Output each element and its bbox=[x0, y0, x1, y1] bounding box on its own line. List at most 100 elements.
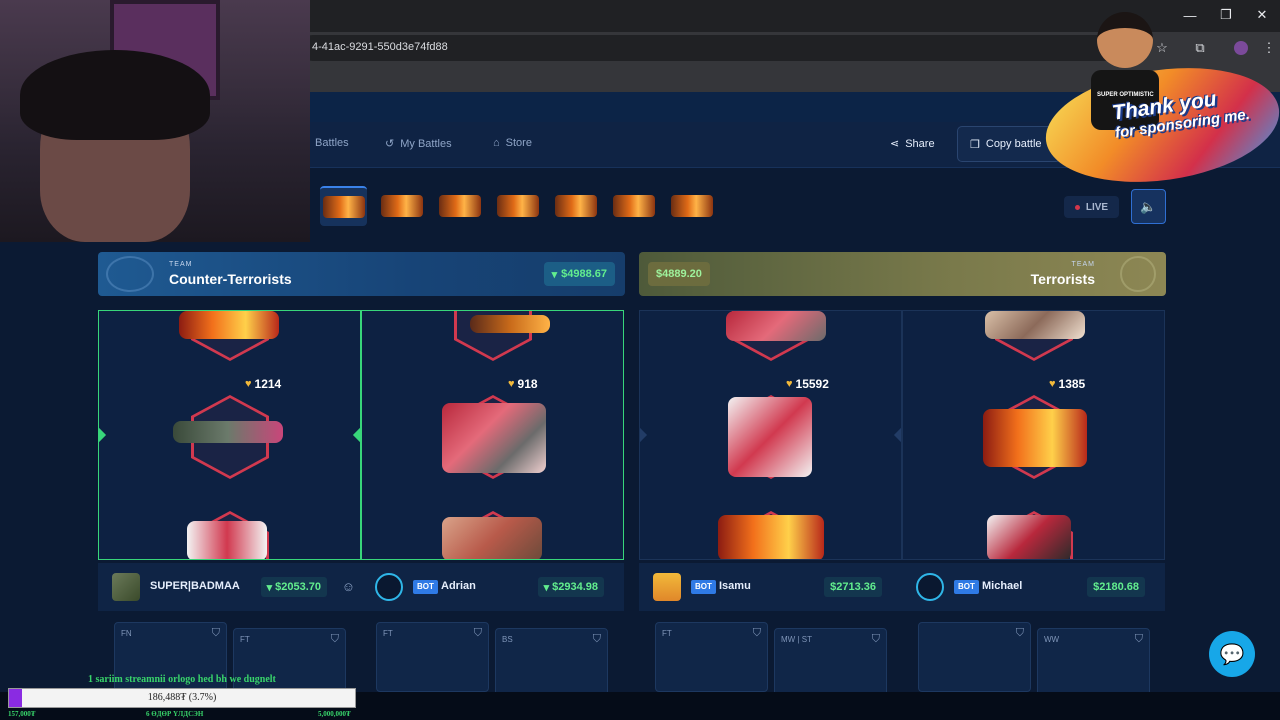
shield-icon: ⛉ bbox=[871, 633, 880, 645]
loot-card[interactable]: ⛉ bbox=[918, 622, 1031, 692]
donation-start: 157,000₮ bbox=[8, 710, 36, 718]
sound-toggle-button[interactable]: 🔈 bbox=[1131, 189, 1166, 224]
loot-card[interactable]: MW | ST ⛉ bbox=[774, 628, 887, 698]
chat-button[interactable]: 💬 bbox=[1209, 631, 1255, 677]
shield-icon: ⛉ bbox=[473, 627, 482, 639]
item-value-text: 918 bbox=[517, 377, 538, 391]
wear-label: FN bbox=[121, 629, 132, 638]
store-label: Store bbox=[505, 137, 532, 149]
case-slot[interactable] bbox=[610, 186, 657, 226]
case-slot[interactable] bbox=[494, 186, 541, 226]
emoji-icon[interactable]: ☺ bbox=[342, 579, 355, 594]
marker-left bbox=[640, 427, 648, 443]
nav-battles[interactable]: Battles bbox=[315, 137, 349, 149]
nav-my-battles[interactable]: ↺ My Battles bbox=[385, 137, 452, 151]
shield-icon: ⛉ bbox=[330, 633, 339, 645]
copy-battle-label: Copy battle bbox=[985, 138, 1042, 150]
streamer-hair bbox=[20, 50, 210, 140]
battles-label: Battles bbox=[315, 137, 349, 149]
item-knife bbox=[728, 397, 812, 477]
heart-icon: ♥ bbox=[245, 378, 252, 390]
item-value-text: 1214 bbox=[254, 377, 282, 391]
loot-card[interactable]: FT ⛉ bbox=[655, 622, 768, 692]
arrow-down-icon: ▾ bbox=[551, 268, 558, 281]
case-slot[interactable] bbox=[320, 186, 367, 226]
case-slot[interactable] bbox=[378, 186, 425, 226]
case-image bbox=[554, 195, 597, 217]
wear-label: BS bbox=[502, 635, 513, 644]
ct-emblem-icon bbox=[106, 256, 154, 292]
item-value: ♥ 15592 bbox=[786, 377, 829, 391]
case-slot[interactable] bbox=[668, 186, 715, 226]
item-value-text: 15592 bbox=[795, 377, 829, 391]
player-total-value: $2934.98 bbox=[552, 581, 598, 593]
case-slot[interactable] bbox=[436, 186, 483, 226]
player-total-value: $2053.70 bbox=[275, 581, 321, 593]
team-total-value: $4889.20 bbox=[656, 268, 702, 280]
team-name: Counter-Terrorists bbox=[169, 271, 292, 287]
loot-card[interactable]: BS ⛉ bbox=[495, 628, 608, 698]
donation-goal-widget: 1 sariim streamnii orlogo hed bh we dugn… bbox=[0, 672, 360, 720]
item-value: ♥ 1385 bbox=[1049, 377, 1085, 391]
item-gloves bbox=[726, 311, 826, 341]
team-label: TEAM bbox=[169, 261, 193, 268]
mascot-head bbox=[1097, 12, 1153, 68]
shield-icon: ⛉ bbox=[752, 627, 761, 639]
item-fire-wings bbox=[983, 409, 1087, 467]
history-icon: ↺ bbox=[385, 138, 395, 150]
wear-label: FT bbox=[383, 629, 393, 638]
team-t-bar: $4889.20 TEAM Terrorists bbox=[639, 252, 1166, 296]
donation-amount: 186,488₮ (3.7%) bbox=[147, 692, 217, 703]
item-weapon bbox=[470, 315, 550, 333]
wear-label: MW | ST bbox=[781, 635, 812, 644]
item-knife bbox=[187, 521, 267, 559]
spin-reel: ♥ 1385 bbox=[902, 310, 1165, 560]
donation-progress-bar: 186,488₮ (3.7%) bbox=[8, 688, 356, 708]
player-row: BOT Isamu $2713.36 bbox=[639, 563, 902, 611]
arrow-down-icon: ▾ bbox=[266, 581, 273, 594]
loot-card[interactable]: WW ⛉ bbox=[1037, 628, 1150, 698]
heart-icon: ♥ bbox=[1049, 378, 1056, 390]
speaker-icon: 🔈 bbox=[1140, 198, 1157, 214]
heart-icon: ♥ bbox=[508, 378, 515, 390]
nav-store[interactable]: ⌂ Store bbox=[493, 137, 532, 149]
item-fire-wings bbox=[718, 515, 824, 559]
donation-days-left: 6 ӨДӨР ҮЛДСЭН bbox=[146, 710, 204, 718]
bot-avatar bbox=[916, 573, 944, 601]
team-total-badge: ▾ $4988.67 bbox=[543, 262, 615, 286]
player-row: SUPER|BADMAA ▾ $2053.70 ☺ bbox=[98, 563, 361, 611]
address-bar[interactable]: 4-41ac-9291-550d3e74fd88 bbox=[300, 35, 1140, 61]
marker-right bbox=[352, 427, 360, 443]
team-name: Terrorists bbox=[1030, 271, 1095, 287]
item-value: ♥ 918 bbox=[508, 377, 538, 391]
bot-avatar bbox=[653, 573, 681, 601]
chat-icon: 💬 bbox=[1219, 643, 1245, 666]
shield-icon: ⛉ bbox=[592, 633, 601, 645]
case-image bbox=[438, 195, 481, 217]
live-dot-icon bbox=[1074, 204, 1080, 210]
shield-icon: ⛉ bbox=[1134, 633, 1143, 645]
spin-reel: ♥ 1214 bbox=[98, 310, 361, 560]
item-knife bbox=[987, 515, 1071, 559]
arrow-down-icon: ▾ bbox=[543, 581, 550, 594]
player-name: Michael bbox=[982, 580, 1023, 592]
bot-badge: BOT bbox=[691, 580, 716, 594]
shield-icon: ⛉ bbox=[1015, 627, 1024, 639]
case-slot[interactable] bbox=[552, 186, 599, 226]
player-name: Isamu bbox=[719, 580, 751, 592]
loot-card[interactable]: FT ⛉ bbox=[376, 622, 489, 692]
spin-reel: ♥ 15592 bbox=[639, 310, 902, 560]
player-name[interactable]: SUPER|BADMAA bbox=[150, 580, 240, 592]
avatar[interactable] bbox=[112, 573, 140, 601]
player-total-value: $2180.68 bbox=[1093, 581, 1139, 593]
case-image bbox=[322, 196, 365, 218]
team-ct-bar: TEAM Counter-Terrorists ▾ $4988.67 bbox=[98, 252, 625, 296]
share-button[interactable]: ⋖ Share bbox=[890, 137, 935, 151]
player-total-badge: ▾ $2934.98 bbox=[537, 577, 604, 597]
player-row: BOT Michael $2180.68 bbox=[902, 563, 1165, 611]
wear-label: FT bbox=[240, 635, 250, 644]
item-fire-wings bbox=[179, 311, 279, 339]
player-row: BOT Adrian ▾ $2934.98 bbox=[361, 563, 624, 611]
player-total-badge: $2713.36 bbox=[824, 577, 882, 597]
team-total-badge: $4889.20 bbox=[648, 262, 710, 286]
